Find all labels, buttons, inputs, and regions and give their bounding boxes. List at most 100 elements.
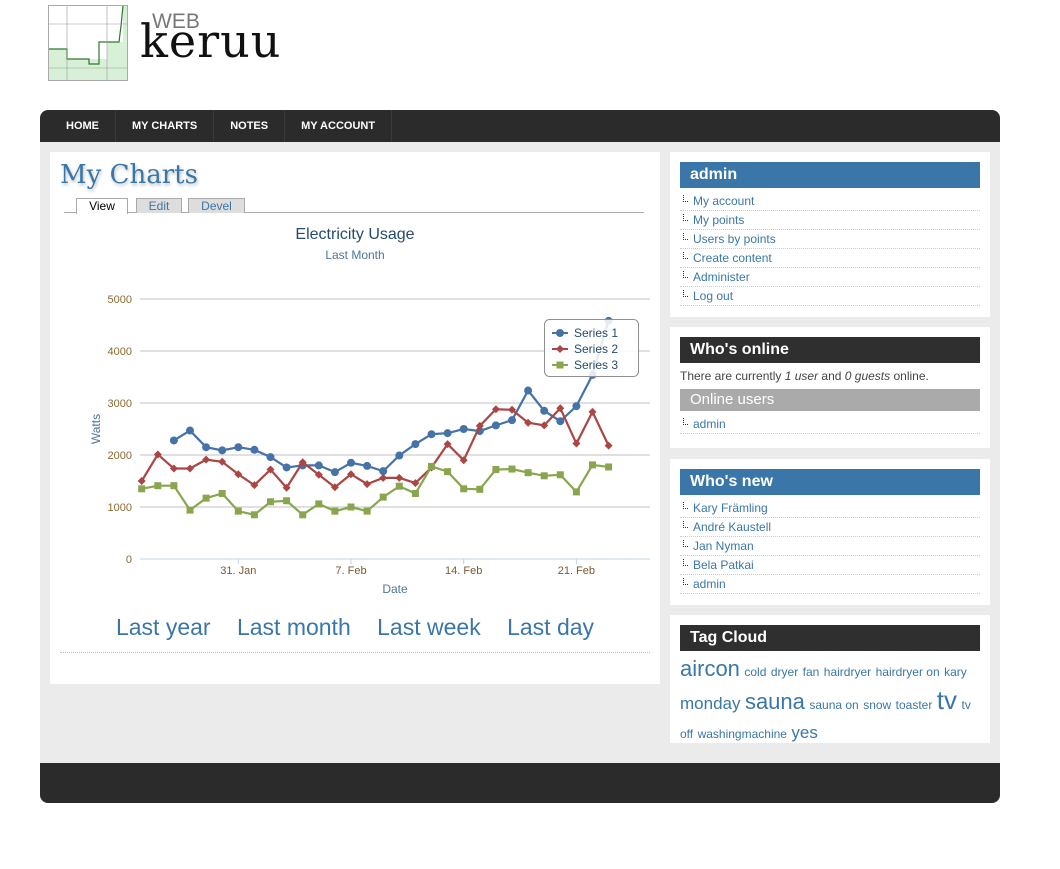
data-point [266, 453, 275, 462]
data-point [476, 485, 484, 493]
data-point [459, 425, 468, 433]
range-last-month[interactable]: Last month [237, 614, 351, 640]
x-axis-label: Date [382, 582, 408, 596]
y-axis-label: Watts [89, 414, 103, 444]
tag-link[interactable]: sauna on [809, 698, 858, 712]
data-point [314, 461, 323, 470]
chart-subtitle: Last Month [325, 248, 384, 262]
tag-cloud: aircon cold dryer fan hairdryer hairdrye… [680, 655, 980, 748]
data-point [588, 407, 597, 416]
list-item[interactable]: Bela Patkai [680, 556, 980, 575]
data-point [330, 468, 339, 477]
data-point [186, 464, 194, 473]
data-point [138, 485, 146, 493]
data-point [218, 489, 226, 497]
legend-label: Series 1 [574, 326, 618, 340]
data-point [395, 482, 403, 490]
data-point [460, 485, 468, 493]
list-item[interactable]: Kary Främling [680, 499, 980, 518]
list-item[interactable]: Administer [680, 268, 980, 287]
brand-name: keruu [140, 14, 282, 68]
tag-link[interactable]: dryer [771, 665, 798, 679]
x-tick-label: 14. Feb [445, 565, 482, 577]
data-point [379, 493, 387, 501]
list-item[interactable]: André Kaustell [680, 518, 980, 537]
data-point [267, 498, 274, 506]
data-point [604, 441, 613, 450]
list-item[interactable]: Jan Nyman [680, 537, 980, 556]
tag-link[interactable]: sauna [745, 689, 805, 714]
x-tick-label: 31. Jan [220, 565, 256, 577]
data-point [202, 455, 211, 464]
data-point [411, 489, 419, 497]
y-tick-label: 0 [126, 554, 132, 566]
whos-online-block: Who's online There are currently 1 user … [670, 327, 990, 448]
electricity-chart: Electricity Usage Last Month 0 1000 2000 3000… [89, 226, 650, 596]
list-item[interactable]: My account [680, 192, 980, 211]
tag-link[interactable]: fan [803, 665, 820, 679]
range-last-day[interactable]: Last day [507, 614, 594, 640]
data-point [492, 466, 500, 474]
data-point [250, 445, 259, 454]
list-item[interactable]: Create content [680, 249, 980, 268]
tag-link[interactable]: tv [937, 685, 957, 715]
admin-block: admin My account My points Users by points… [670, 152, 990, 317]
data-point [186, 506, 194, 514]
x-tick-label: 7. Feb [335, 565, 366, 577]
data-point [202, 443, 211, 452]
nav-home[interactable]: HOME [40, 110, 116, 142]
block-title: Who's online [680, 337, 980, 363]
list-item[interactable]: admin [680, 575, 980, 594]
data-point [491, 421, 500, 430]
range-last-year[interactable]: Last year [116, 614, 211, 640]
list-item[interactable]: My points [680, 211, 980, 230]
data-point [508, 416, 516, 425]
data-point [427, 430, 436, 439]
range-last-week[interactable]: Last week [377, 614, 481, 640]
tag-link[interactable]: kary [944, 665, 967, 679]
tag-link[interactable]: hairdryer on [876, 665, 940, 679]
tag-link[interactable]: washingmachine [698, 727, 787, 741]
data-point [363, 507, 371, 515]
data-point [234, 507, 242, 515]
data-point [347, 458, 355, 467]
y-tick-label: 2000 [108, 450, 132, 462]
data-point [347, 503, 355, 511]
data-point [299, 511, 307, 519]
tag-link[interactable]: yes [791, 723, 817, 742]
data-point [411, 440, 420, 449]
tag-link[interactable]: cold [744, 665, 766, 679]
legend-label: Series 3 [574, 358, 618, 372]
list-item[interactable]: Log out [680, 287, 980, 306]
x-tick-label: 21. Feb [558, 565, 595, 577]
data-point [428, 462, 435, 470]
admin-menu: My account My points Users by points Create… [680, 192, 980, 306]
nav-my-charts[interactable]: MY CHARTS [116, 110, 215, 142]
data-point [540, 406, 549, 415]
list-item[interactable]: admin [680, 415, 980, 434]
data-point [283, 497, 291, 505]
data-point [589, 461, 596, 469]
block-title: Tag Cloud [680, 625, 980, 651]
tag-link[interactable]: aircon [680, 656, 740, 681]
data-point [186, 426, 194, 435]
whos-new-block: Who's new Kary Främling André Kaustell Jan… [670, 459, 990, 605]
block-title: admin [680, 162, 980, 188]
data-point [154, 482, 162, 490]
tag-link[interactable]: snow [863, 698, 891, 712]
data-point [524, 469, 532, 477]
nav-notes[interactable]: NOTES [214, 110, 286, 142]
legend-label: Series 2 [574, 342, 618, 356]
data-point [508, 465, 516, 473]
tag-link[interactable]: hairdryer [824, 665, 871, 679]
tag-link[interactable]: toaster [896, 698, 933, 712]
main-content: My Charts View Edit Devel Electricity Us… [50, 152, 660, 684]
data-point [379, 473, 388, 482]
data-point [443, 429, 452, 438]
tag-link[interactable]: monday [680, 694, 740, 713]
nav-my-account[interactable]: MY ACCOUNT [285, 110, 393, 142]
online-users-heading: Online users [680, 389, 980, 411]
range-links: Last year Last month Last week Last day [50, 614, 660, 641]
list-item[interactable]: Users by points [680, 230, 980, 249]
data-point [234, 443, 243, 452]
